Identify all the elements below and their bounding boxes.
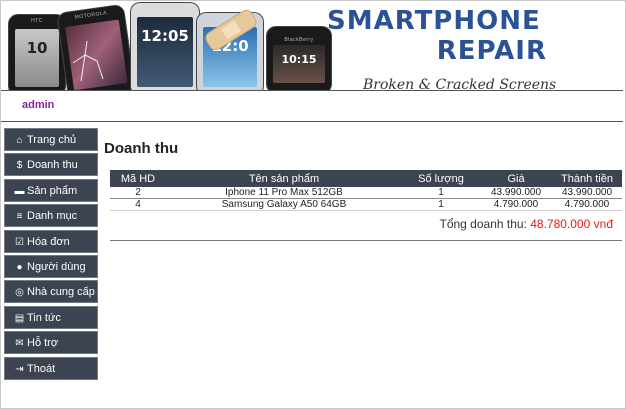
sidebar-item-trang-chu[interactable]: ⌂ Trang chủ (4, 128, 98, 151)
phone-brand-label: BlackBerry (284, 37, 314, 43)
sidebar-item-danh-muc[interactable]: ≡ Danh mục (4, 204, 98, 228)
envelope-icon: ✉ (15, 338, 24, 350)
table-row: 2 Iphone 11 Pro Max 512GB 1 43.990.000 4… (110, 187, 622, 199)
total-label: Tổng doanh thu: (439, 217, 527, 231)
phone-clock: 10 (26, 39, 48, 57)
banner-subtitle: Broken & Cracked Screens (363, 77, 557, 91)
sidebar-item-label: Doanh thu (27, 159, 78, 172)
sidebar-item-hoa-don[interactable]: ☑ Hóa đơn (4, 229, 98, 253)
sidebar-item-thoat[interactable]: ⇥ Thoát (4, 356, 98, 380)
banner-title-line2: REPAIR (436, 36, 547, 66)
cell-ma-hd: 4 (110, 198, 166, 211)
cell-thanh-tien: 43.990.000 (552, 187, 622, 199)
sidebar-item-label: Trang chủ (27, 134, 77, 146)
dollar-icon: $ (16, 160, 23, 172)
header-banner: HTC 10 MOTOROLA 12:05 12:0 BlackBerry 10… (1, 1, 623, 91)
cell-gia: 43.990.000 (480, 187, 552, 199)
phone-galaxy-white: 12:05 (131, 3, 199, 91)
table-bottom-divider (110, 240, 622, 241)
header-divider (1, 90, 623, 91)
revenue-table: Mã HD Tên sản phẩm Số lượng Giá Thành ti… (110, 170, 622, 211)
sidebar-item-nha-cung-cap[interactable]: ◎ Nhà cung cấp (4, 280, 98, 304)
revenue-total: Tổng doanh thu: 48.780.000 vnđ (110, 217, 614, 231)
phone-brand-label: HTC (31, 18, 43, 24)
banner-title-line1: SMARTPHONE (327, 6, 541, 36)
total-value: 48.780.000 vnđ (530, 217, 613, 231)
cell-ma-hd: 2 (110, 187, 166, 199)
sidebar-item-nguoi-dung[interactable]: ● Người dùng (4, 254, 98, 278)
sidebar-item-label: Người dùng (27, 260, 86, 273)
cracked-screen-lines (72, 41, 104, 81)
column-header-so-luong: Số lượng (402, 170, 480, 187)
table-row: 4 Samsung Galaxy A50 64GB 1 4.790.000 4.… (110, 198, 622, 211)
phone-clock: 12:05 (141, 27, 189, 45)
phone-htc: HTC 10 (9, 15, 65, 91)
cell-ten-san-pham: Iphone 11 Pro Max 512GB (166, 187, 402, 199)
sidebar-nav: ⌂ Trang chủ $ Doanh thu ▬ Sản phẩm ≡ Danh mụ… (4, 128, 98, 382)
column-header-thanh-tien: Thành tiền (552, 170, 622, 187)
cell-so-luong: 1 (402, 198, 480, 211)
sidebar-item-label: Danh mục (27, 210, 78, 223)
sidebar-item-label: Hỗ trợ (27, 337, 59, 350)
list-icon: ≡ (16, 211, 23, 223)
phone-blackberry: BlackBerry 10:15 (267, 27, 331, 91)
home-icon: ⌂ (16, 135, 23, 146)
calendar-check-icon: ☑ (15, 236, 24, 248)
box-icon: ▬ (14, 185, 25, 197)
user-icon: ● (16, 261, 23, 273)
sidebar-item-label: Nhà cung cấp (27, 286, 95, 299)
column-header-ma-hd: Mã HD (110, 170, 166, 187)
page-title: Doanh thu (104, 140, 179, 157)
table-header-row: Mã HD Tên sản phẩm Số lượng Giá Thành ti… (110, 170, 622, 187)
sign-out-icon: ⇥ (15, 363, 24, 375)
cell-ten-san-pham: Samsung Galaxy A50 64GB (166, 198, 402, 211)
cell-so-luong: 1 (402, 187, 480, 199)
sidebar-item-label: Tin tức (27, 311, 61, 324)
column-header-ten-san-pham: Tên sản phẩm (166, 170, 402, 187)
sidebar-item-doanh-thu[interactable]: $ Doanh thu (4, 153, 98, 177)
sidebar-item-label: Sản phẩm (27, 184, 78, 197)
sidebar-item-san-pham[interactable]: ▬ Sản phẩm (4, 178, 98, 202)
cell-thanh-tien: 4.790.000 (552, 198, 622, 211)
handshake-icon: ◎ (15, 287, 24, 299)
phone-clock: 10:15 (281, 53, 317, 66)
sidebar-item-ho-tro[interactable]: ✉ Hỗ trợ (4, 331, 98, 355)
logged-in-user[interactable]: admin (22, 99, 54, 111)
cell-gia: 4.790.000 (480, 198, 552, 211)
sidebar-item-label: Thoát (27, 362, 56, 375)
sidebar-item-label: Hóa đơn (27, 235, 70, 248)
phones-image: HTC 10 MOTOROLA 12:05 12:0 BlackBerry 10… (9, 1, 331, 91)
sidebar-item-tin-tuc[interactable]: ▤ Tin tức (4, 305, 98, 329)
column-header-gia: Giá (480, 170, 552, 187)
newspaper-icon: ▤ (14, 312, 25, 324)
user-bar-divider (1, 121, 623, 122)
